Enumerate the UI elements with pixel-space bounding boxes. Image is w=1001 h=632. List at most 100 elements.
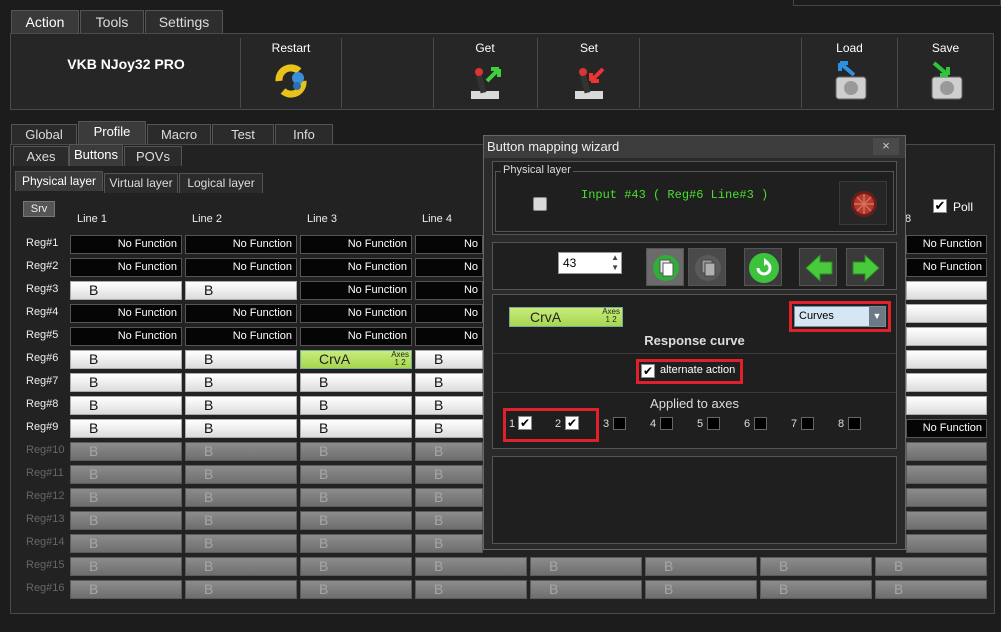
- grid-cell[interactable]: No Function: [300, 304, 412, 323]
- tab-profile[interactable]: Profile: [78, 121, 146, 144]
- grid-cell[interactable]: No: [415, 258, 483, 277]
- axis-8-checkbox[interactable]: [848, 417, 861, 430]
- grid-cell[interactable]: No Function: [70, 258, 182, 277]
- tab-global[interactable]: Global: [11, 124, 77, 144]
- copy-button[interactable]: [646, 248, 684, 286]
- axis-2-checkbox[interactable]: ✔: [565, 416, 579, 430]
- axis-7-checkbox[interactable]: [801, 417, 814, 430]
- grid-cell[interactable]: [906, 373, 987, 392]
- grid-cell[interactable]: [906, 350, 987, 369]
- grid-cell[interactable]: [906, 281, 987, 300]
- save-button[interactable]: Save: [898, 38, 993, 108]
- grid-cell[interactable]: B: [415, 419, 483, 438]
- grid-cell[interactable]: B: [300, 419, 412, 438]
- axis-1-checkbox[interactable]: ✔: [518, 416, 532, 430]
- tab-virtual-layer[interactable]: Virtual layer: [104, 173, 178, 193]
- get-button[interactable]: Get: [435, 38, 535, 108]
- row-label: Reg#13: [26, 513, 65, 525]
- set-button[interactable]: Set: [539, 38, 639, 108]
- grid-cell[interactable]: B: [70, 350, 182, 369]
- grid-cell[interactable]: No: [415, 281, 483, 300]
- chevron-down-icon[interactable]: ▼: [869, 307, 885, 326]
- previous-button[interactable]: [799, 248, 837, 286]
- grid-cell[interactable]: B: [415, 350, 483, 369]
- curve-action-cell[interactable]: CrvA Axes 1 2: [509, 307, 623, 327]
- grid-cell[interactable]: No Function: [185, 258, 297, 277]
- grid-cell[interactable]: No Function: [70, 235, 182, 254]
- tab-povs[interactable]: POVs: [124, 146, 182, 166]
- grid-cell[interactable]: B: [300, 396, 412, 415]
- grid-cell[interactable]: [906, 304, 987, 323]
- grid-cell-disabled: B: [415, 442, 483, 461]
- grid-cell[interactable]: B: [415, 396, 483, 415]
- srv-button[interactable]: Srv: [23, 201, 55, 217]
- grid-cell[interactable]: No Function: [906, 235, 987, 254]
- grid-cell-curve[interactable]: CrvA Axes 1 2: [300, 350, 412, 369]
- grid-cell[interactable]: No Function: [906, 258, 987, 277]
- grid-cell[interactable]: No Function: [185, 235, 297, 254]
- grid-cell-disabled: B: [415, 534, 483, 553]
- row-label: Reg#8: [26, 398, 59, 410]
- grid-cell[interactable]: No Function: [300, 327, 412, 346]
- grid-cell[interactable]: B: [185, 350, 297, 369]
- refresh-icon: [749, 253, 779, 283]
- tab-test[interactable]: Test: [212, 124, 274, 144]
- grid-cell[interactable]: B: [185, 373, 297, 392]
- poll-checkbox[interactable]: ✔: [933, 199, 947, 213]
- axis-4-checkbox[interactable]: [660, 417, 673, 430]
- get-label: Get: [475, 41, 495, 55]
- grid-cell[interactable]: No Function: [300, 281, 412, 300]
- grid-cell-disabled: B: [300, 442, 412, 461]
- grid-cell[interactable]: B: [185, 419, 297, 438]
- tab-action[interactable]: Action: [11, 10, 79, 33]
- row-label: Reg#10: [26, 444, 65, 456]
- grid-cell-disabled: B: [70, 465, 182, 484]
- grid-cell[interactable]: [906, 396, 987, 415]
- grid-cell[interactable]: B: [70, 396, 182, 415]
- grid-cell[interactable]: No: [415, 235, 483, 254]
- tab-buttons[interactable]: Buttons: [69, 144, 123, 166]
- grid-cell[interactable]: No Function: [70, 327, 182, 346]
- axis-3-checkbox[interactable]: [613, 417, 626, 430]
- grid-cell[interactable]: [906, 327, 987, 346]
- grid-cell[interactable]: B: [185, 396, 297, 415]
- grid-cell[interactable]: No Function: [906, 419, 987, 438]
- close-button[interactable]: ×: [873, 138, 899, 155]
- restart-button[interactable]: Restart: [241, 38, 341, 108]
- grid-cell[interactable]: B: [415, 373, 483, 392]
- input-number-spinner[interactable]: 43 ▲ ▼: [558, 252, 622, 274]
- alternate-action-checkbox[interactable]: ✔: [641, 364, 655, 378]
- next-button[interactable]: [846, 248, 884, 286]
- axis-6-checkbox[interactable]: [754, 417, 767, 430]
- grid-cell[interactable]: No: [415, 327, 483, 346]
- tab-logical-layer[interactable]: Logical layer: [179, 173, 263, 193]
- grid-cell[interactable]: B: [70, 281, 182, 300]
- row-label: Reg#5: [26, 329, 59, 341]
- tab-axes[interactable]: Axes: [13, 146, 69, 166]
- grid-cell[interactable]: No Function: [70, 304, 182, 323]
- axis-3-label: 3: [603, 418, 610, 430]
- paste-button[interactable]: [688, 248, 726, 286]
- load-button[interactable]: Load: [802, 38, 897, 108]
- physical-input-checkbox[interactable]: [533, 197, 547, 211]
- tab-macro[interactable]: Macro: [147, 124, 211, 144]
- grid-cell[interactable]: No: [415, 304, 483, 323]
- axis-5-checkbox[interactable]: [707, 417, 720, 430]
- tab-tools[interactable]: Tools: [80, 10, 144, 33]
- grid-cell[interactable]: B: [300, 373, 412, 392]
- spinner-arrows-icon[interactable]: ▲ ▼: [611, 253, 619, 273]
- tab-physical-layer[interactable]: Physical layer: [15, 171, 103, 191]
- tab-info[interactable]: Info: [275, 124, 333, 144]
- refresh-button[interactable]: [744, 248, 782, 286]
- tab-settings[interactable]: Settings: [145, 10, 223, 33]
- grid-cell[interactable]: B: [70, 373, 182, 392]
- row-label: Reg#6: [26, 352, 59, 364]
- grid-cell[interactable]: No Function: [185, 327, 297, 346]
- grid-cell[interactable]: No Function: [185, 304, 297, 323]
- grid-cell[interactable]: No Function: [300, 235, 412, 254]
- grid-cell[interactable]: B: [185, 281, 297, 300]
- curves-select[interactable]: Curves ▼: [794, 306, 886, 327]
- grid-cell[interactable]: No Function: [300, 258, 412, 277]
- save-label: Save: [931, 41, 960, 55]
- grid-cell[interactable]: B: [70, 419, 182, 438]
